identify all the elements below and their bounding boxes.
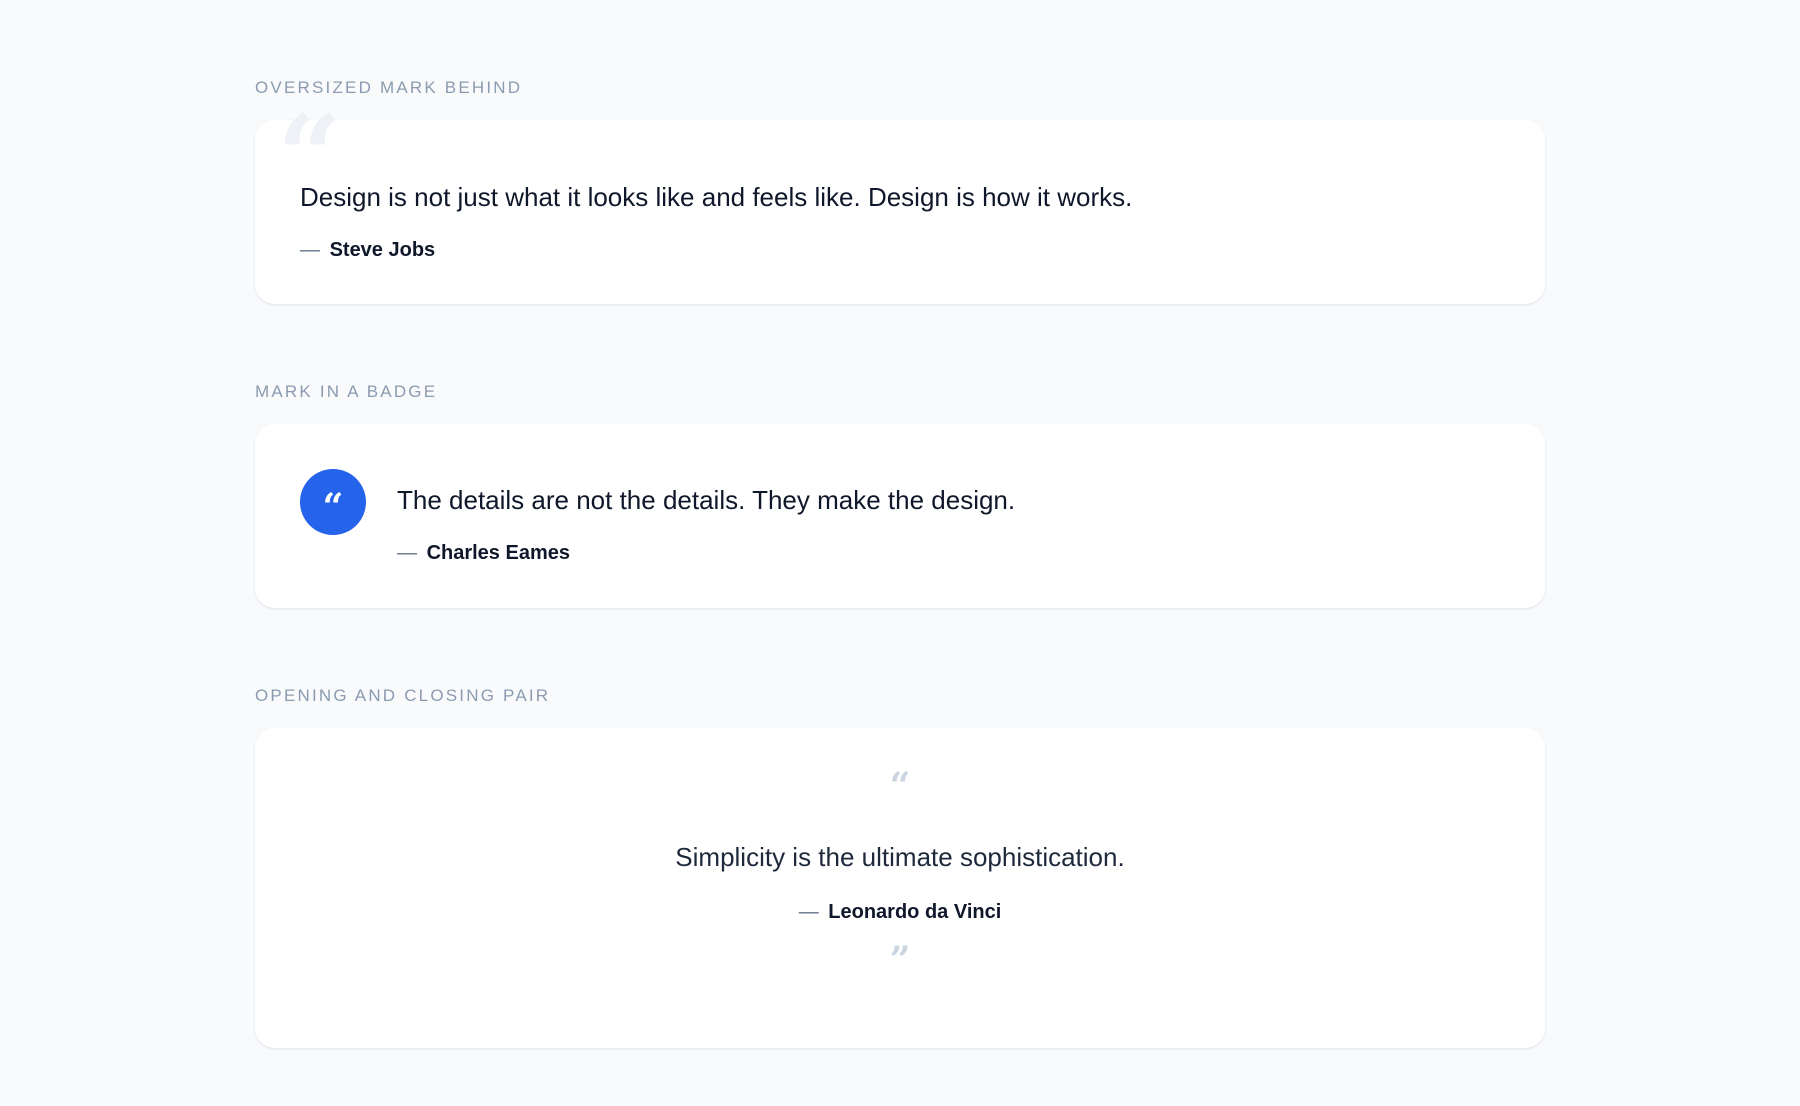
quote-author: Leonardo da Vinci	[828, 901, 1002, 923]
quote-badge: “	[300, 469, 366, 535]
quote-text: The details are not the details. They ma…	[397, 485, 1016, 515]
quote-author: Steve Jobs	[329, 239, 436, 261]
quote-open-icon: “	[889, 765, 911, 807]
quote-attribution: — Charles Eames	[397, 541, 1015, 565]
quote-text: Design is not just what it looks like an…	[300, 182, 1133, 212]
quote-card-oversized: “ Design is not just what it looks like …	[255, 102, 1545, 304]
quote-attribution: — Steve Jobs	[300, 238, 1500, 262]
attribution-dash: —	[397, 542, 417, 564]
attribution-dash: —	[300, 239, 320, 261]
quote-card-pair: “ Simplicity is the ultimate sophisticat…	[255, 728, 1545, 1048]
section-label-oversized: OVERSIZED MARK BEHIND	[255, 78, 523, 97]
quote-open-icon: “	[322, 486, 344, 528]
quote-author: Charles Eames	[426, 542, 570, 564]
quote-styles-showcase: OVERSIZED MARK BEHIND “ Design is not ju…	[255, 78, 1545, 1048]
quote-text: Simplicity is the ultimate sophisticatio…	[675, 842, 1125, 872]
quote-attribution: — Leonardo da Vinci	[255, 900, 1545, 924]
quote-body: The details are not the details. They ma…	[397, 469, 1015, 565]
section-label-pair: OPENING AND CLOSING PAIR	[255, 686, 551, 705]
quote-card-badge: “ The details are not the details. They …	[255, 424, 1545, 608]
quote-close-icon: ”	[889, 939, 911, 981]
section-label-badge: MARK IN A BADGE	[255, 382, 438, 401]
attribution-dash: —	[798, 901, 819, 923]
